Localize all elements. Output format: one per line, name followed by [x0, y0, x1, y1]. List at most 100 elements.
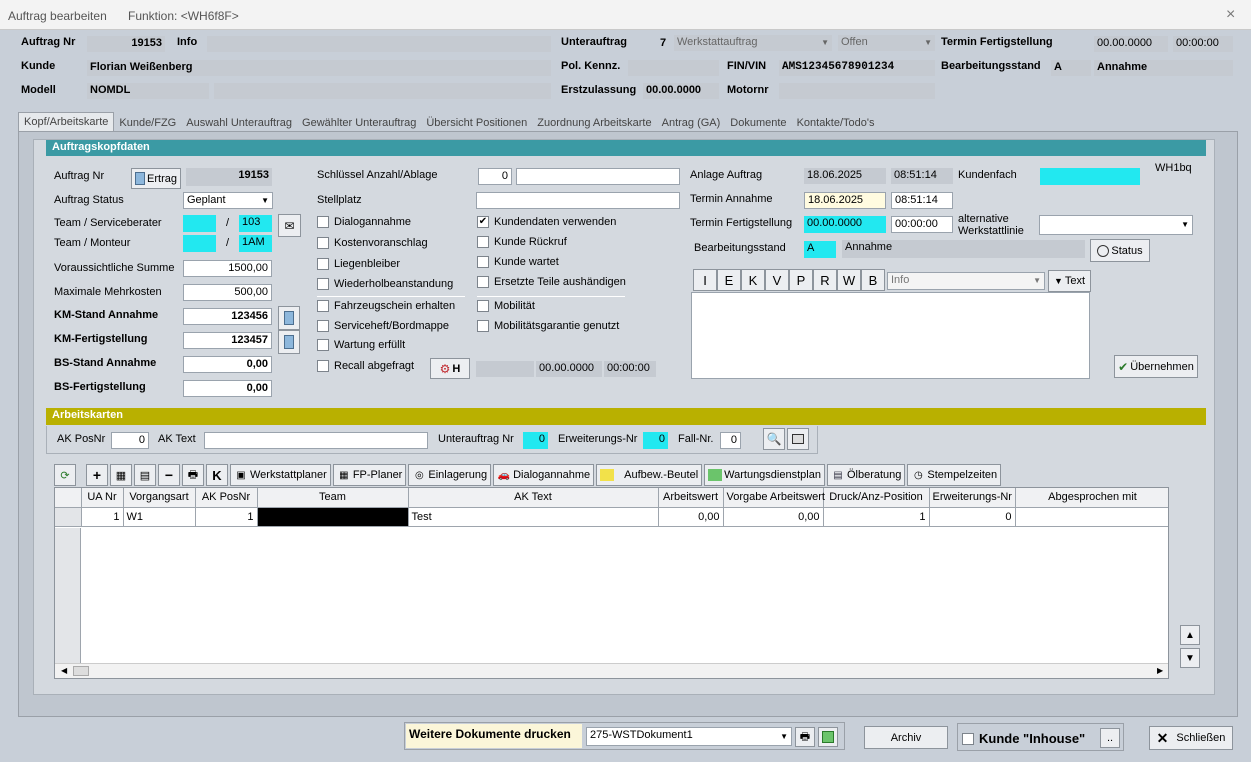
- termin-annahme-time[interactable]: 08:51:14: [891, 192, 953, 209]
- print-dokument-button[interactable]: 🖶: [795, 727, 815, 747]
- check-recall[interactable]: Recall abgefragt: [317, 360, 414, 372]
- termin-annahme-date[interactable]: 18.06.2025: [804, 192, 886, 209]
- inhouse-checkbox[interactable]: Kunde "Inhouse": [962, 731, 1085, 746]
- check-liegenbleiber[interactable]: Liegenbleiber: [317, 258, 400, 270]
- wartungsdienstplan-button[interactable]: Wartungsdienstplan: [704, 464, 825, 486]
- check-dialogannahme[interactable]: Dialogannahme: [317, 216, 411, 228]
- team-sb-value[interactable]: 103: [239, 215, 272, 232]
- col-header[interactable]: Vorgabe Arbeitswert: [723, 488, 825, 508]
- unterauftrag-status-select[interactable]: Offen ▼: [838, 35, 935, 51]
- refresh-button[interactable]: ⟳: [54, 464, 76, 486]
- checkbox[interactable]: [962, 732, 974, 745]
- tab-kopf[interactable]: Kopf/Arbeitskarte: [18, 112, 115, 132]
- col-header[interactable]: AK Text: [408, 488, 659, 508]
- km-annahme-input[interactable]: 123456: [183, 308, 272, 325]
- checkbox[interactable]: [477, 276, 489, 288]
- dialogannahme-button[interactable]: 🚗 Dialogannahme: [493, 464, 595, 486]
- check-kundendaten[interactable]: ✔ Kundendaten verwenden: [477, 216, 616, 228]
- checkbox[interactable]: [477, 300, 489, 312]
- ak-posnr-input[interactable]: 0: [111, 432, 149, 449]
- col-header[interactable]: Erweiterungs-Nr: [929, 488, 1016, 508]
- move-up-button[interactable]: ▲: [1180, 625, 1200, 645]
- mehrkosten-input[interactable]: 500,00: [183, 284, 272, 301]
- team-picker-button[interactable]: ✉: [278, 214, 301, 237]
- schluessel-ablage-input[interactable]: [516, 168, 680, 185]
- add-row-button[interactable]: +: [86, 464, 108, 486]
- checkbox[interactable]: [477, 236, 489, 248]
- team-sb-team[interactable]: [183, 215, 216, 232]
- preview-dokument-button[interactable]: [818, 727, 838, 747]
- termin-fertig-time[interactable]: 00:00:00: [891, 216, 953, 233]
- checkbox[interactable]: [317, 300, 329, 312]
- text-btn-p[interactable]: P: [789, 269, 813, 291]
- einlagerung-button[interactable]: ◎ Einlagerung: [408, 464, 492, 486]
- cell-team[interactable]: [257, 507, 409, 527]
- status-button[interactable]: Status: [1090, 239, 1150, 262]
- cell-vorgabe[interactable]: 0,00: [723, 507, 824, 527]
- text-btn-r[interactable]: R: [813, 269, 837, 291]
- ak-search-button[interactable]: 🔍: [763, 428, 785, 450]
- check-kostenvoranschlag[interactable]: Kostenvoranschlag: [317, 237, 428, 249]
- scroll-right-icon[interactable]: ▶: [1157, 666, 1163, 675]
- stempelzeiten-button[interactable]: ◷ Stempelzeiten: [907, 464, 1002, 486]
- schliessen-button[interactable]: ✕ Schließen: [1149, 726, 1233, 750]
- scroll-thumb[interactable]: [73, 666, 89, 676]
- checkbox[interactable]: [317, 237, 329, 249]
- cell-arbeitswert[interactable]: 0,00: [658, 507, 724, 527]
- cell-ak-text[interactable]: Test: [408, 507, 659, 527]
- tab-zuordnung[interactable]: Zuordnung Arbeitskarte: [532, 114, 656, 132]
- checkbox[interactable]: [317, 216, 329, 228]
- unterauftrag-type-select[interactable]: Werkstattauftrag ▼: [674, 35, 832, 51]
- bs-annahme-input[interactable]: 0,00: [183, 356, 272, 373]
- cell-ak-posnr[interactable]: 1: [195, 507, 258, 527]
- move-row-button[interactable]: ▤: [134, 464, 156, 486]
- text-btn-i[interactable]: I: [693, 269, 717, 291]
- delete-row-button[interactable]: −: [158, 464, 180, 486]
- team-mon-value[interactable]: 1AM: [239, 235, 272, 252]
- col-header[interactable]: AK PosNr: [195, 488, 258, 508]
- ak-fall-input[interactable]: 0: [720, 432, 741, 449]
- tab-uebersicht[interactable]: Übersicht Positionen: [421, 114, 532, 132]
- ak-clear-button[interactable]: [787, 428, 809, 450]
- tab-dokumente[interactable]: Dokumente: [725, 114, 791, 132]
- checkbox[interactable]: [317, 320, 329, 332]
- oelberatung-button[interactable]: ▤ Ölberatung: [826, 464, 906, 486]
- tab-kunde[interactable]: Kunde/FZG: [114, 114, 181, 132]
- recall-button[interactable]: ⚙ H: [430, 358, 470, 379]
- archiv-button[interactable]: Archiv: [864, 726, 948, 749]
- summe-input[interactable]: 1500,00: [183, 260, 272, 277]
- check-wiederholbeanstandung[interactable]: Wiederholbeanstandung: [317, 278, 453, 290]
- scroll-left-icon[interactable]: ◀: [61, 666, 67, 675]
- check-mobilitaet[interactable]: Mobilität: [477, 300, 535, 312]
- checkbox[interactable]: [317, 339, 329, 351]
- checkbox[interactable]: [317, 258, 329, 270]
- bs-fertig-input[interactable]: 0,00: [183, 380, 272, 397]
- checkbox[interactable]: [317, 360, 329, 372]
- text-button[interactable]: ▼ Text: [1048, 270, 1091, 292]
- kundenfach-value[interactable]: [1040, 168, 1140, 185]
- col-header[interactable]: Druck/Anz-Position: [823, 488, 930, 508]
- tab-auswahl[interactable]: Auswahl Unterauftrag: [181, 114, 297, 132]
- ak-text-input[interactable]: [204, 432, 428, 449]
- col-header[interactable]: Abgesprochen mit: [1015, 488, 1168, 508]
- check-mobilitaetsgarantie[interactable]: Mobilitätsgarantie genutzt: [477, 320, 619, 332]
- cell-ua-nr[interactable]: 1: [81, 507, 124, 527]
- text-btn-b[interactable]: B: [861, 269, 885, 291]
- cell-abgesprochen[interactable]: [1015, 507, 1168, 527]
- move-down-button[interactable]: ▼: [1180, 648, 1200, 668]
- cell-vorgangsart[interactable]: W1: [123, 507, 196, 527]
- check-ersetzte-teile[interactable]: Ersetzte Teile aushändigen: [477, 276, 626, 288]
- schluessel-anzahl-input[interactable]: 0: [478, 168, 512, 185]
- text-btn-v[interactable]: V: [765, 269, 789, 291]
- close-icon[interactable]: ×: [1226, 6, 1235, 24]
- werkstattplaner-button[interactable]: ▣ Werkstattplaner: [230, 464, 331, 486]
- cell-druck[interactable]: 1: [823, 507, 930, 527]
- fp-planer-button[interactable]: ▦ FP-Planer: [332, 464, 407, 486]
- checkbox[interactable]: [317, 278, 329, 290]
- tab-gewaehlt[interactable]: Gewählter Unterauftrag: [297, 114, 421, 132]
- col-header[interactable]: Arbeitswert: [658, 488, 724, 508]
- check-wartung[interactable]: Wartung erfüllt: [317, 339, 405, 351]
- team-mon-team[interactable]: [183, 235, 216, 252]
- col-header[interactable]: Team: [257, 488, 409, 508]
- horizontal-scrollbar[interactable]: ◀ ▶: [55, 663, 1168, 678]
